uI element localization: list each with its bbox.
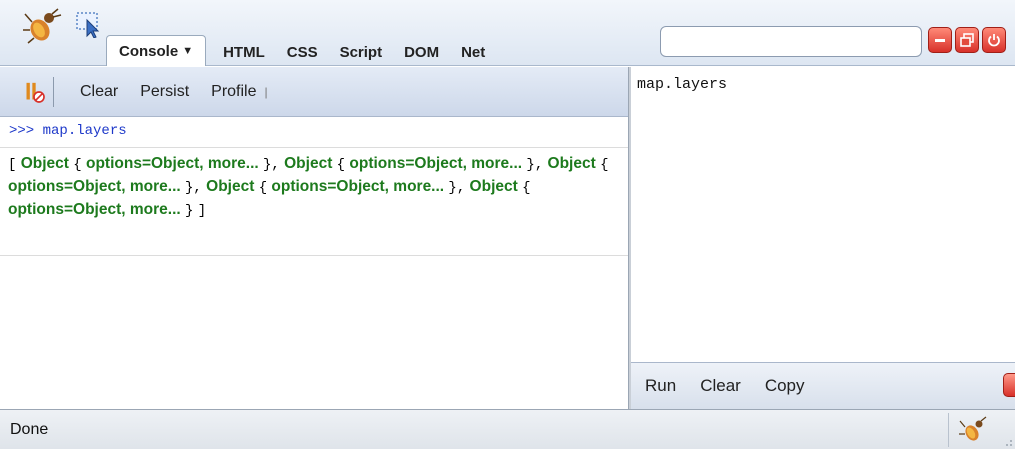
collapse-editor-button[interactable] <box>1003 373 1015 397</box>
toolbar-separator: | <box>264 84 268 99</box>
console-command-line: >>> map.layers <box>0 117 628 148</box>
tab-html[interactable]: HTML <box>212 38 276 66</box>
power-icon <box>988 34 1000 47</box>
profile-button[interactable]: Profile <box>211 83 256 101</box>
tab-dom[interactable]: DOM <box>393 38 450 66</box>
run-button[interactable]: Run <box>645 376 676 396</box>
console-prompt: >>> <box>9 123 35 139</box>
tab-console-label: Console <box>119 42 179 60</box>
command-editor[interactable] <box>631 67 1015 362</box>
editor-toolbar: Run Clear Copy <box>631 362 1015 409</box>
detach-button[interactable] <box>955 27 979 53</box>
result-object-link[interactable]: Object { options=Object, more... } <box>206 178 457 196</box>
tab-css[interactable]: CSS <box>276 38 329 66</box>
console-toolbar: Clear Persist Profile | <box>0 67 628 117</box>
clear-console-button[interactable]: Clear <box>80 83 118 101</box>
copy-button[interactable]: Copy <box>765 376 805 396</box>
clear-editor-button[interactable]: Clear <box>700 376 741 396</box>
window-buttons <box>928 27 1006 53</box>
status-divider <box>948 413 949 447</box>
minimize-button[interactable] <box>928 27 952 53</box>
result-object-link[interactable]: Object { options=Object, more... } <box>21 155 272 173</box>
chevron-down-icon: ▼ <box>182 45 194 57</box>
tab-net[interactable]: Net <box>450 38 496 66</box>
resize-grip-icon[interactable] <box>1001 435 1013 447</box>
firebug-logo-icon[interactable] <box>22 8 62 44</box>
status-bar: Done <box>0 409 1015 449</box>
console-panel: Clear Persist Profile | >>> map.layers [… <box>0 67 628 409</box>
console-command: map.layers <box>42 123 127 139</box>
detach-icon <box>960 33 974 47</box>
console-result: [ Object { options=Object, more... }, Ob… <box>0 148 628 256</box>
close-firebug-button[interactable] <box>982 27 1006 53</box>
status-text: Done <box>10 421 49 438</box>
minimize-icon <box>935 39 945 42</box>
persist-button[interactable]: Persist <box>140 83 189 101</box>
firebug-toolbar: Console ▼ HTML CSS Script DOM Net <box>0 0 1015 66</box>
tab-script[interactable]: Script <box>329 38 394 66</box>
command-editor-panel: Run Clear Copy <box>631 67 1015 409</box>
firebug-status-icon[interactable] <box>958 416 988 444</box>
array-close-bracket: ] <box>197 203 207 219</box>
tab-console[interactable]: Console ▼ <box>106 35 207 66</box>
panel-tabs: Console ▼ HTML CSS Script DOM Net <box>106 33 496 66</box>
search-input[interactable] <box>660 26 922 57</box>
array-open-bracket: [ <box>8 157 17 173</box>
inspect-element-icon[interactable] <box>76 12 104 38</box>
break-on-errors-icon[interactable] <box>24 76 54 107</box>
result-object-link[interactable]: Object { options=Object, more... } <box>284 155 535 173</box>
